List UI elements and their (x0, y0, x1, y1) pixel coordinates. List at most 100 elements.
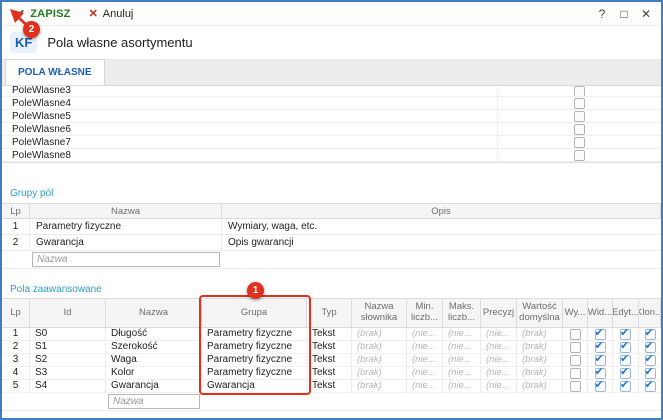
app-logo: KF (10, 32, 37, 53)
table-row[interactable]: 4 S3 Kolor Parametry fizyczne Tekst (bra… (2, 367, 661, 380)
cell-domyslna: (brak) (517, 341, 563, 354)
table-header-row: Lp Id Nazwa Grupa Typ Nazwa słownika Min… (2, 298, 661, 328)
wymagane-checkbox[interactable] (570, 368, 581, 379)
cell-lp: 2 (2, 341, 30, 354)
save-button[interactable]: ✔ ZAPISZ (6, 2, 80, 25)
widoczne-checkbox[interactable] (595, 355, 606, 366)
column-header-grupa[interactable]: Grupa (202, 298, 307, 328)
column-header-widoczne[interactable]: Wid... (588, 298, 613, 328)
column-header-maks[interactable]: Maks. liczb... (443, 298, 481, 328)
widoczne-checkbox[interactable] (595, 329, 606, 340)
table-row[interactable]: PoleWlasne4 (2, 97, 661, 110)
field-checkbox[interactable] (574, 137, 585, 148)
table-row[interactable]: 5 S4 Gwarancja Gwarancja Tekst (brak) (n… (2, 380, 661, 393)
column-header-lp[interactable]: Lp (2, 203, 30, 219)
wymagane-checkbox[interactable] (570, 381, 581, 392)
edytowalne-checkbox[interactable] (620, 342, 631, 353)
cell-nazwa: Długość (106, 328, 202, 341)
column-header-domyslna[interactable]: Wartość domyślna (517, 298, 563, 328)
checkbox-cell (497, 123, 661, 135)
cell-widoczne (588, 354, 613, 367)
new-group-name-input[interactable]: Nazwa (32, 252, 220, 267)
column-header-slownik[interactable]: Nazwa słownika (352, 298, 407, 328)
table-row[interactable]: 1 S0 Długość Parametry fizyczne Tekst (b… (2, 328, 661, 341)
edytowalne-checkbox[interactable] (620, 329, 631, 340)
maximize-button[interactable]: □ (613, 7, 635, 21)
table-row[interactable]: PoleWlasne5 (2, 110, 661, 123)
column-header-precyzja[interactable]: Precyzj (481, 298, 517, 328)
wymagane-checkbox[interactable] (570, 355, 581, 366)
column-header-wymagane[interactable]: Wy... (563, 298, 588, 328)
table-row[interactable]: PoleWlasne7 (2, 136, 661, 149)
app-window: ✔ ZAPISZ ✕ Anuluj ? □ ✕ KF Pola własne a… (0, 0, 663, 420)
column-header-typ[interactable]: Typ (307, 298, 352, 328)
cancel-button[interactable]: ✕ Anuluj (80, 2, 143, 25)
cell-nazwa: Parametry fizyczne (30, 219, 222, 235)
column-header-klonowane[interactable]: Klon... (639, 298, 661, 328)
column-header-opis[interactable]: Opis (222, 203, 661, 219)
cell-widoczne (588, 380, 613, 393)
save-check-icon: ✔ (15, 7, 25, 21)
page-title: Pola własne asortymentu (47, 35, 192, 50)
cell-slownik: (brak) (352, 367, 407, 380)
table-header-row: Lp Nazwa Opis (2, 203, 661, 219)
klonowane-checkbox[interactable] (645, 329, 656, 340)
cell-min: (nie... (407, 328, 443, 341)
table-row[interactable]: 1 Parametry fizyczne Wymiary, waga, etc. (2, 219, 661, 235)
edytowalne-checkbox[interactable] (620, 355, 631, 366)
field-checkbox[interactable] (574, 124, 585, 135)
field-checkbox[interactable] (574, 98, 585, 109)
cell-domyslna: (brak) (517, 354, 563, 367)
field-checkbox[interactable] (574, 111, 585, 122)
table-row[interactable]: PoleWlasne8 (2, 149, 661, 162)
klonowane-checkbox[interactable] (645, 342, 656, 353)
new-field-name-input[interactable]: Nazwa (108, 394, 200, 409)
column-header-min[interactable]: Min. liczb... (407, 298, 443, 328)
cell-min: (nie... (407, 354, 443, 367)
wymagane-checkbox[interactable] (570, 329, 581, 340)
widoczne-checkbox[interactable] (595, 368, 606, 379)
cell-wymagane (563, 367, 588, 380)
column-header-edytowalne[interactable]: Edyt... (613, 298, 639, 328)
cell-lp: 2 (2, 235, 30, 251)
cell-wymagane (563, 380, 588, 393)
help-button[interactable]: ? (591, 7, 613, 21)
cell-widoczne (588, 328, 613, 341)
cell-typ: Tekst (307, 354, 352, 367)
cell-precyzja: (nie... (481, 354, 517, 367)
field-label: PoleWlasne8 (2, 150, 497, 161)
klonowane-checkbox[interactable] (645, 355, 656, 366)
column-header-nazwa[interactable]: Nazwa (30, 203, 222, 219)
cell-klonowane (639, 367, 661, 380)
column-header-lp[interactable]: Lp (2, 298, 30, 328)
close-button[interactable]: ✕ (635, 7, 657, 21)
cell-id: S4 (30, 380, 106, 393)
column-header-id[interactable]: Id (30, 298, 106, 328)
checkbox-cell (497, 110, 661, 122)
table-row[interactable]: PoleWlasne6 (2, 123, 661, 136)
cell-id: S3 (30, 367, 106, 380)
cell-maks: (nie... (443, 367, 481, 380)
klonowane-checkbox[interactable] (645, 368, 656, 379)
table-row[interactable]: 2 S1 Szerokość Parametry fizyczne Tekst … (2, 341, 661, 354)
table-row[interactable]: PoleWlasne3 (2, 86, 661, 97)
field-checkbox[interactable] (574, 86, 585, 97)
field-label: PoleWlasne7 (2, 137, 497, 148)
field-checkbox[interactable] (574, 150, 585, 161)
edytowalne-checkbox[interactable] (620, 368, 631, 379)
cell-klonowane (639, 341, 661, 354)
widoczne-checkbox[interactable] (595, 342, 606, 353)
edytowalne-checkbox[interactable] (620, 381, 631, 392)
wymagane-checkbox[interactable] (570, 342, 581, 353)
field-label: PoleWlasne3 (2, 86, 497, 96)
cell-nazwa: Gwarancja (106, 380, 202, 393)
widoczne-checkbox[interactable] (595, 381, 606, 392)
column-header-nazwa[interactable]: Nazwa (106, 298, 202, 328)
tab-pola-wlasne[interactable]: POLA WŁASNE (5, 59, 105, 85)
cancel-x-icon: ✕ (89, 7, 98, 20)
klonowane-checkbox[interactable] (645, 381, 656, 392)
save-button-label: ZAPISZ (30, 8, 70, 20)
table-row[interactable]: 2 Gwarancja Opis gwarancji (2, 235, 661, 251)
cell-min: (nie... (407, 367, 443, 380)
table-row[interactable]: 3 S2 Waga Parametry fizyczne Tekst (brak… (2, 354, 661, 367)
